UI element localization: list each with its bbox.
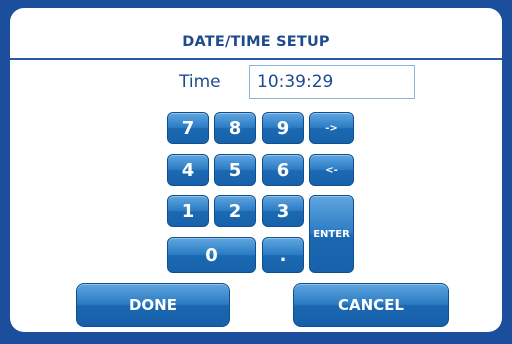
key-4[interactable]: 4 [167,154,209,186]
done-button[interactable]: DONE [76,283,230,327]
key-3[interactable]: 3 [262,195,304,227]
key-5[interactable]: 5 [214,154,256,186]
key-6[interactable]: 6 [262,154,304,186]
key-decimal[interactable]: . [262,237,304,273]
key-8[interactable]: 8 [214,112,256,144]
cursor-left-button[interactable]: <- [309,154,354,186]
title-divider [10,58,502,60]
dialog-title: DATE/TIME SETUP [182,34,330,50]
time-input[interactable]: 10:39:29 [249,65,415,99]
key-1[interactable]: 1 [167,195,209,227]
cancel-button[interactable]: CANCEL [293,283,449,327]
key-2[interactable]: 2 [214,195,256,227]
key-7[interactable]: 7 [167,112,209,144]
date-time-setup-dialog: DATE/TIME SETUP Time 10:39:29 7 8 9 -> 4… [10,8,502,332]
enter-button[interactable]: ENTER [309,195,354,273]
cursor-right-button[interactable]: -> [309,112,354,144]
key-0[interactable]: 0 [167,237,256,273]
time-label: Time [179,72,221,92]
key-9[interactable]: 9 [262,112,304,144]
